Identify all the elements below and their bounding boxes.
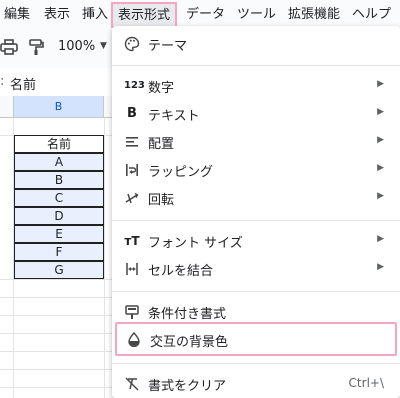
column-header-b[interactable]: B bbox=[14, 96, 104, 118]
menu-item-rotate[interactable]: 回転 ▶ bbox=[112, 184, 400, 212]
menu-item-merge[interactable]: セルを結合 ▶ bbox=[112, 255, 400, 283]
submenu-arrow-icon: ▶ bbox=[377, 262, 384, 272]
fill-drop-icon bbox=[126, 331, 142, 348]
cell[interactable]: B bbox=[14, 171, 104, 189]
menu-item-label: 交互の背景色 bbox=[150, 335, 229, 350]
submenu-arrow-icon: ▶ bbox=[377, 135, 384, 145]
zoom-select[interactable]: 100% bbox=[58, 39, 95, 54]
cell[interactable]: C bbox=[14, 189, 104, 207]
format-menu: テーマ 123 数字 ▶ B テキスト ▶ 配置 ▶ ラッピング ▶ 回転 ▶ … bbox=[112, 26, 400, 398]
column-header-a[interactable] bbox=[0, 96, 14, 118]
cell[interactable]: F bbox=[14, 243, 104, 261]
submenu-arrow-icon: ▶ bbox=[377, 79, 384, 89]
grid-row bbox=[0, 118, 130, 136]
cell[interactable]: G bbox=[14, 261, 104, 279]
menu-item-alternating-colors[interactable]: 交互の背景色 bbox=[115, 322, 397, 356]
menu-divider bbox=[112, 220, 400, 221]
menu-divider bbox=[112, 65, 400, 66]
paint-format-icon[interactable] bbox=[28, 38, 50, 60]
menu-item-wrap[interactable]: ラッピング ▶ bbox=[112, 156, 400, 184]
menu-item-align[interactable]: 配置 ▶ bbox=[112, 128, 400, 156]
formula-value[interactable]: 名前 bbox=[10, 74, 36, 93]
grid-row bbox=[0, 280, 130, 298]
menu-item-clear-format[interactable]: 書式をクリア Ctrl+\ bbox=[112, 370, 400, 398]
grid-row bbox=[0, 316, 130, 334]
palette-icon bbox=[124, 36, 140, 52]
number-format-icon: 123 bbox=[124, 80, 145, 91]
menu-divider bbox=[112, 363, 400, 364]
submenu-arrow-icon: ▶ bbox=[377, 234, 384, 244]
grid-row bbox=[0, 370, 130, 388]
menu-item-number[interactable]: 123 数字 ▶ bbox=[112, 72, 400, 100]
menu-edit[interactable]: 編集 bbox=[4, 0, 30, 30]
menu-item-theme[interactable]: テーマ bbox=[112, 30, 400, 58]
submenu-arrow-icon: ▶ bbox=[377, 107, 384, 117]
menu-item-font-size[interactable]: тT フォント サイズ ▶ bbox=[112, 227, 400, 255]
menu-divider bbox=[112, 291, 400, 292]
print-icon[interactable] bbox=[0, 38, 22, 60]
cell-header[interactable]: 名前 bbox=[14, 135, 104, 153]
menu-item-text[interactable]: B テキスト ▶ bbox=[112, 100, 400, 128]
text-wrap-icon bbox=[124, 162, 140, 178]
menu-item-label: テーマ bbox=[148, 39, 188, 54]
clear-format-icon bbox=[124, 376, 140, 392]
submenu-arrow-icon: ▶ bbox=[377, 163, 384, 173]
zoom-dropdown-icon[interactable]: ▼ bbox=[100, 41, 107, 51]
cell[interactable]: A bbox=[14, 153, 104, 171]
menu-item-label: 数字 bbox=[148, 81, 175, 96]
menu-item-label: 配置 bbox=[148, 137, 175, 152]
cell[interactable]: E bbox=[14, 225, 104, 243]
grid-row bbox=[0, 298, 130, 316]
formula-separator: : bbox=[0, 74, 5, 89]
menu-item-label: フォント サイズ bbox=[148, 236, 243, 251]
font-size-icon: тT bbox=[124, 234, 140, 248]
menu-item-label: 書式をクリア bbox=[148, 379, 227, 394]
menu-format[interactable]: 表示形式 bbox=[111, 2, 178, 28]
menu-item-label: テキスト bbox=[148, 109, 200, 124]
align-icon bbox=[124, 134, 140, 150]
shortcut-label: Ctrl+\ bbox=[348, 376, 384, 390]
menu-insert[interactable]: 挿入 bbox=[82, 0, 108, 30]
menu-item-label: セルを結合 bbox=[148, 264, 214, 279]
merge-cells-icon bbox=[124, 261, 140, 277]
menu-item-label: 回転 bbox=[148, 193, 175, 208]
grid-row bbox=[0, 334, 130, 352]
text-rotation-icon bbox=[124, 190, 140, 206]
menu-item-label: 条件付き書式 bbox=[148, 307, 227, 322]
menu-item-label: ラッピング bbox=[148, 165, 214, 180]
bold-icon: B bbox=[127, 106, 137, 121]
conditional-format-icon bbox=[124, 304, 140, 320]
grid-row bbox=[0, 352, 130, 370]
menu-view[interactable]: 表示 bbox=[44, 0, 70, 30]
submenu-arrow-icon: ▶ bbox=[377, 191, 384, 201]
cell[interactable]: D bbox=[14, 207, 104, 225]
